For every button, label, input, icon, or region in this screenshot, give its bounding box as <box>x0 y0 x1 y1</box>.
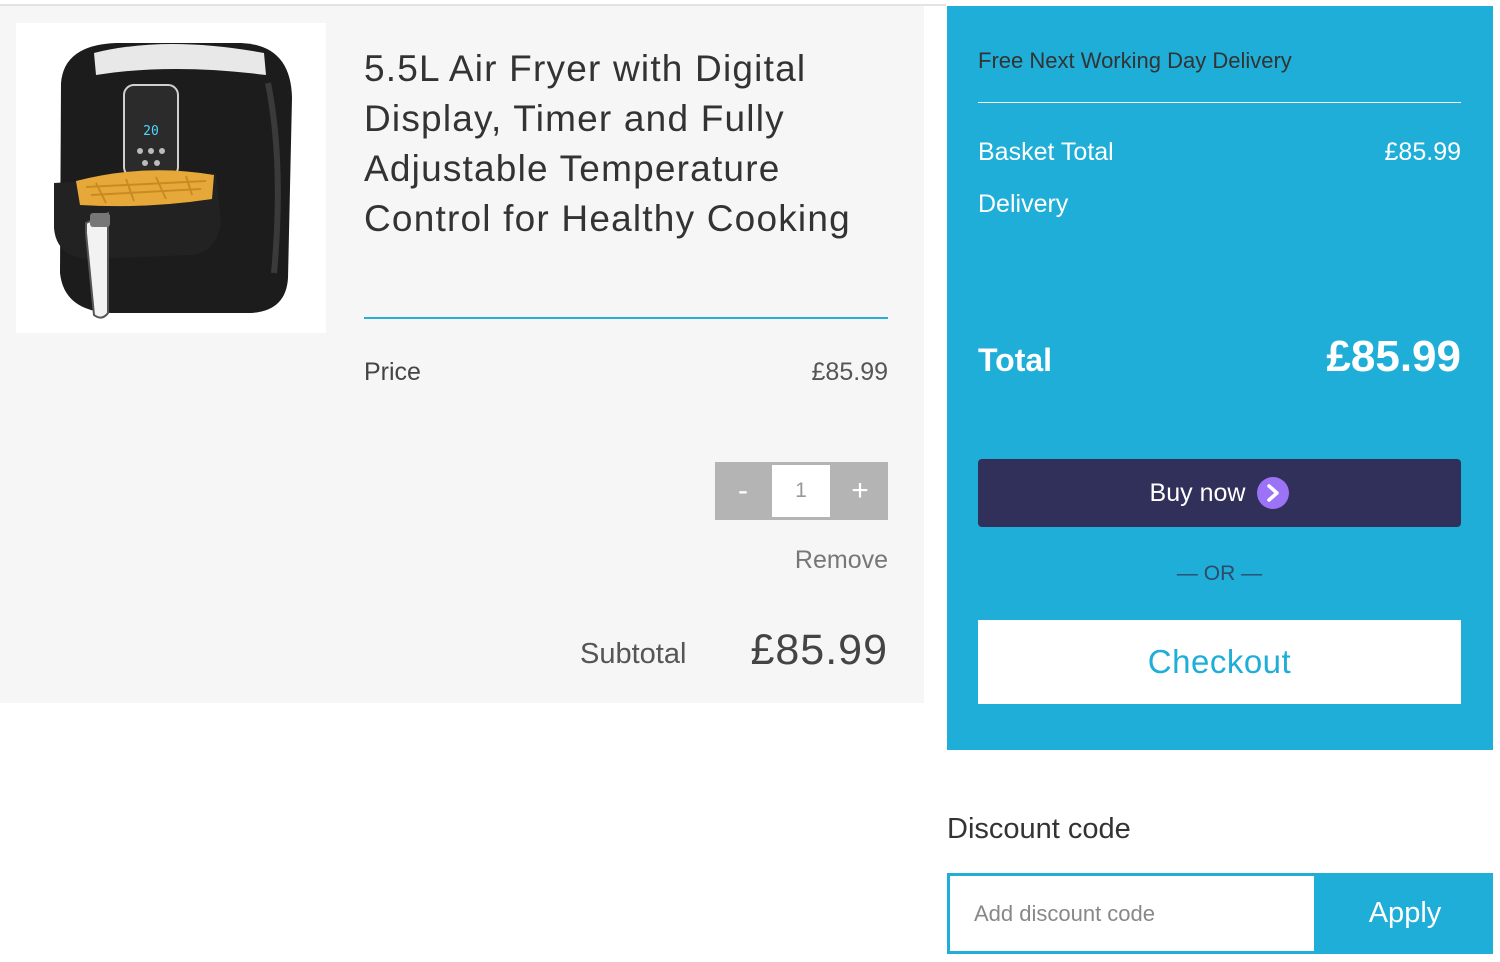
basket-item-card: 20 5.5L Air Fryer with Digital Display, … <box>0 6 924 703</box>
subtotal-label: Subtotal <box>580 638 687 670</box>
or-separator: — OR — <box>1176 562 1263 585</box>
summary-divider <box>978 102 1461 103</box>
discount-code-input[interactable] <box>950 876 1314 951</box>
product-image[interactable]: 20 <box>16 23 326 333</box>
delivery-note: Free Next Working Day Delivery <box>978 48 1292 73</box>
air-fryer-image: 20 <box>54 43 292 319</box>
total-label: Total <box>978 342 1053 378</box>
apply-discount-button[interactable]: Apply <box>1317 873 1493 954</box>
remove-item-link[interactable]: Remove <box>795 546 888 575</box>
order-summary-panel: Free Next Working Day Delivery Basket To… <box>947 6 1493 750</box>
fryer-display-text: 20 <box>143 124 159 139</box>
quantity-stepper: - + <box>715 462 888 520</box>
buy-now-button[interactable]: Buy now <box>978 459 1461 527</box>
delivery-label: Delivery <box>978 190 1069 218</box>
discount-code-form: Apply <box>947 873 1493 954</box>
decrease-quantity-button[interactable]: - <box>715 462 771 520</box>
chevron-right-icon <box>1257 477 1290 509</box>
increase-quantity-button[interactable]: + <box>832 462 888 520</box>
discount-code-heading: Discount code <box>947 813 1131 845</box>
basket-total-value: £85.99 <box>1384 138 1461 166</box>
basket-total-label: Basket Total <box>978 138 1114 166</box>
quantity-input[interactable] <box>772 465 830 517</box>
subtotal-value: £85.99 <box>750 626 888 674</box>
checkout-button[interactable]: Checkout <box>978 620 1461 704</box>
total-value: £85.99 <box>1326 332 1461 381</box>
price-value: £85.99 <box>811 358 888 386</box>
buy-now-label: Buy now <box>1149 478 1246 507</box>
product-title[interactable]: 5.5L Air Fryer with Digital Display, Tim… <box>364 44 888 244</box>
title-divider <box>364 317 888 319</box>
price-label: Price <box>364 358 421 386</box>
